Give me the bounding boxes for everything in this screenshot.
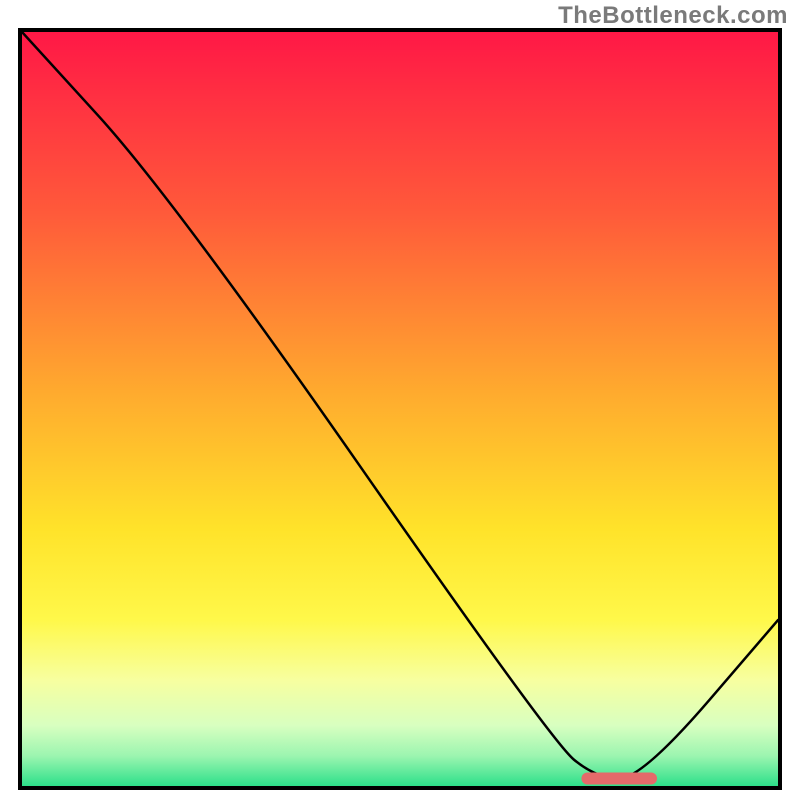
chart-container: TheBottleneck.com <box>0 0 800 800</box>
watermark-text: TheBottleneck.com <box>558 2 788 30</box>
bottleneck-curve <box>22 32 778 786</box>
plot-area <box>22 32 778 786</box>
optimal-range-marker <box>581 772 657 784</box>
plot-frame <box>18 28 782 790</box>
